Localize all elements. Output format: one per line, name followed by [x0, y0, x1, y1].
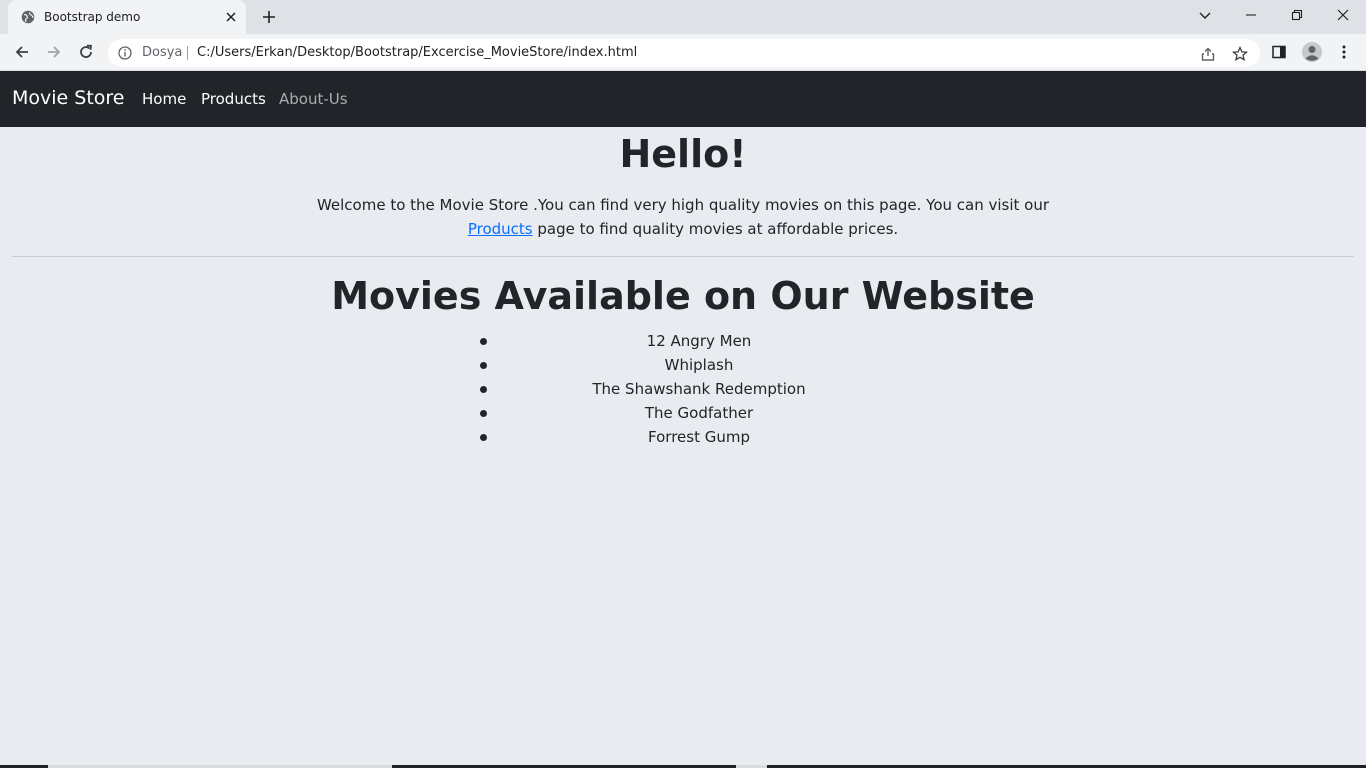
- hello-heading: Hello!: [619, 132, 747, 176]
- movie-list-item: Whiplash: [477, 353, 921, 377]
- bullet-icon: [480, 434, 487, 441]
- browser-tab[interactable]: Bootstrap demo: [8, 0, 246, 34]
- avatar-icon: [1302, 42, 1322, 62]
- new-tab-icon[interactable]: [261, 9, 277, 25]
- tab-title: Bootstrap demo: [44, 10, 141, 24]
- close-tab-icon[interactable]: [224, 10, 238, 24]
- movie-title: 12 Angry Men: [646, 332, 752, 350]
- star-bookmark-icon[interactable]: [1232, 46, 1248, 62]
- bullet-icon: [480, 410, 487, 417]
- horizontal-rule: [12, 256, 1354, 257]
- restore-icon: [1291, 9, 1303, 21]
- movie-title: The Godfather: [644, 404, 754, 422]
- tab-strip: Bootstrap demo: [0, 0, 1366, 34]
- restore-button[interactable]: [1274, 0, 1320, 30]
- share-icon[interactable]: [1200, 46, 1216, 62]
- movie-list: 12 Angry Men Whiplash The Shawshank Redemp…: [477, 329, 921, 449]
- more-vertical-icon: [1342, 45, 1346, 59]
- chevron-down-icon: [1199, 12, 1211, 19]
- tab-search-button[interactable]: [1182, 0, 1228, 30]
- menu-button[interactable]: [1335, 43, 1353, 61]
- movie-title: Forrest Gump: [648, 428, 750, 446]
- nav-link-home[interactable]: Home: [142, 90, 186, 108]
- close-window-button[interactable]: [1320, 0, 1366, 30]
- movie-title: Whiplash: [664, 356, 734, 374]
- welcome-text-start: Welcome to the Movie Store .You can find…: [316, 196, 1050, 214]
- bullet-icon: [480, 386, 487, 393]
- minimize-button[interactable]: [1228, 0, 1274, 30]
- side-panel-button[interactable]: [1270, 43, 1288, 61]
- back-button[interactable]: [12, 42, 32, 62]
- address-bar[interactable]: Dosya C:/Users/Erkan/Desktop/Bootstrap/E…: [108, 39, 1260, 67]
- movie-list-item: The Shawshank Redemption: [477, 377, 921, 401]
- globe-icon: [21, 10, 35, 24]
- reload-icon: [80, 44, 93, 58]
- movie-title: The Shawshank Redemption: [592, 380, 806, 398]
- profile-button[interactable]: [1301, 41, 1323, 63]
- site-navbar: Movie Store Home Products About-Us: [0, 71, 1366, 127]
- url-text[interactable]: C:/Users/Erkan/Desktop/Bootstrap/Excerci…: [197, 45, 637, 60]
- brand-link[interactable]: Movie Store: [12, 87, 125, 109]
- file-scheme-label: Dosya: [142, 45, 183, 60]
- close-icon: [1337, 9, 1349, 21]
- nav-link-products[interactable]: Products: [201, 90, 266, 108]
- reload-button[interactable]: [76, 42, 96, 62]
- movie-list-item: Forrest Gump: [477, 425, 921, 449]
- movies-heading: Movies Available on Our Website: [331, 274, 1035, 318]
- movie-list-item: 12 Angry Men: [477, 329, 921, 353]
- back-arrow-icon: [15, 46, 28, 58]
- browser-toolbar: Dosya C:/Users/Erkan/Desktop/Bootstrap/E…: [0, 34, 1366, 71]
- info-icon[interactable]: [118, 46, 132, 60]
- minimize-icon: [1246, 14, 1256, 16]
- forward-button[interactable]: [44, 42, 64, 62]
- forward-arrow-icon: [48, 46, 61, 58]
- address-separator: [187, 46, 188, 60]
- welcome-text: Welcome to the Movie Store .You can find…: [283, 193, 1083, 241]
- bullet-icon: [480, 338, 487, 345]
- welcome-text-end: page to find quality movies at affordabl…: [532, 220, 899, 238]
- side-panel-icon: [1272, 45, 1286, 59]
- products-link[interactable]: Products: [468, 220, 533, 238]
- movie-list-item: The Godfather: [477, 401, 921, 425]
- nav-link-about-us[interactable]: About-Us: [279, 90, 348, 108]
- bullet-icon: [480, 362, 487, 369]
